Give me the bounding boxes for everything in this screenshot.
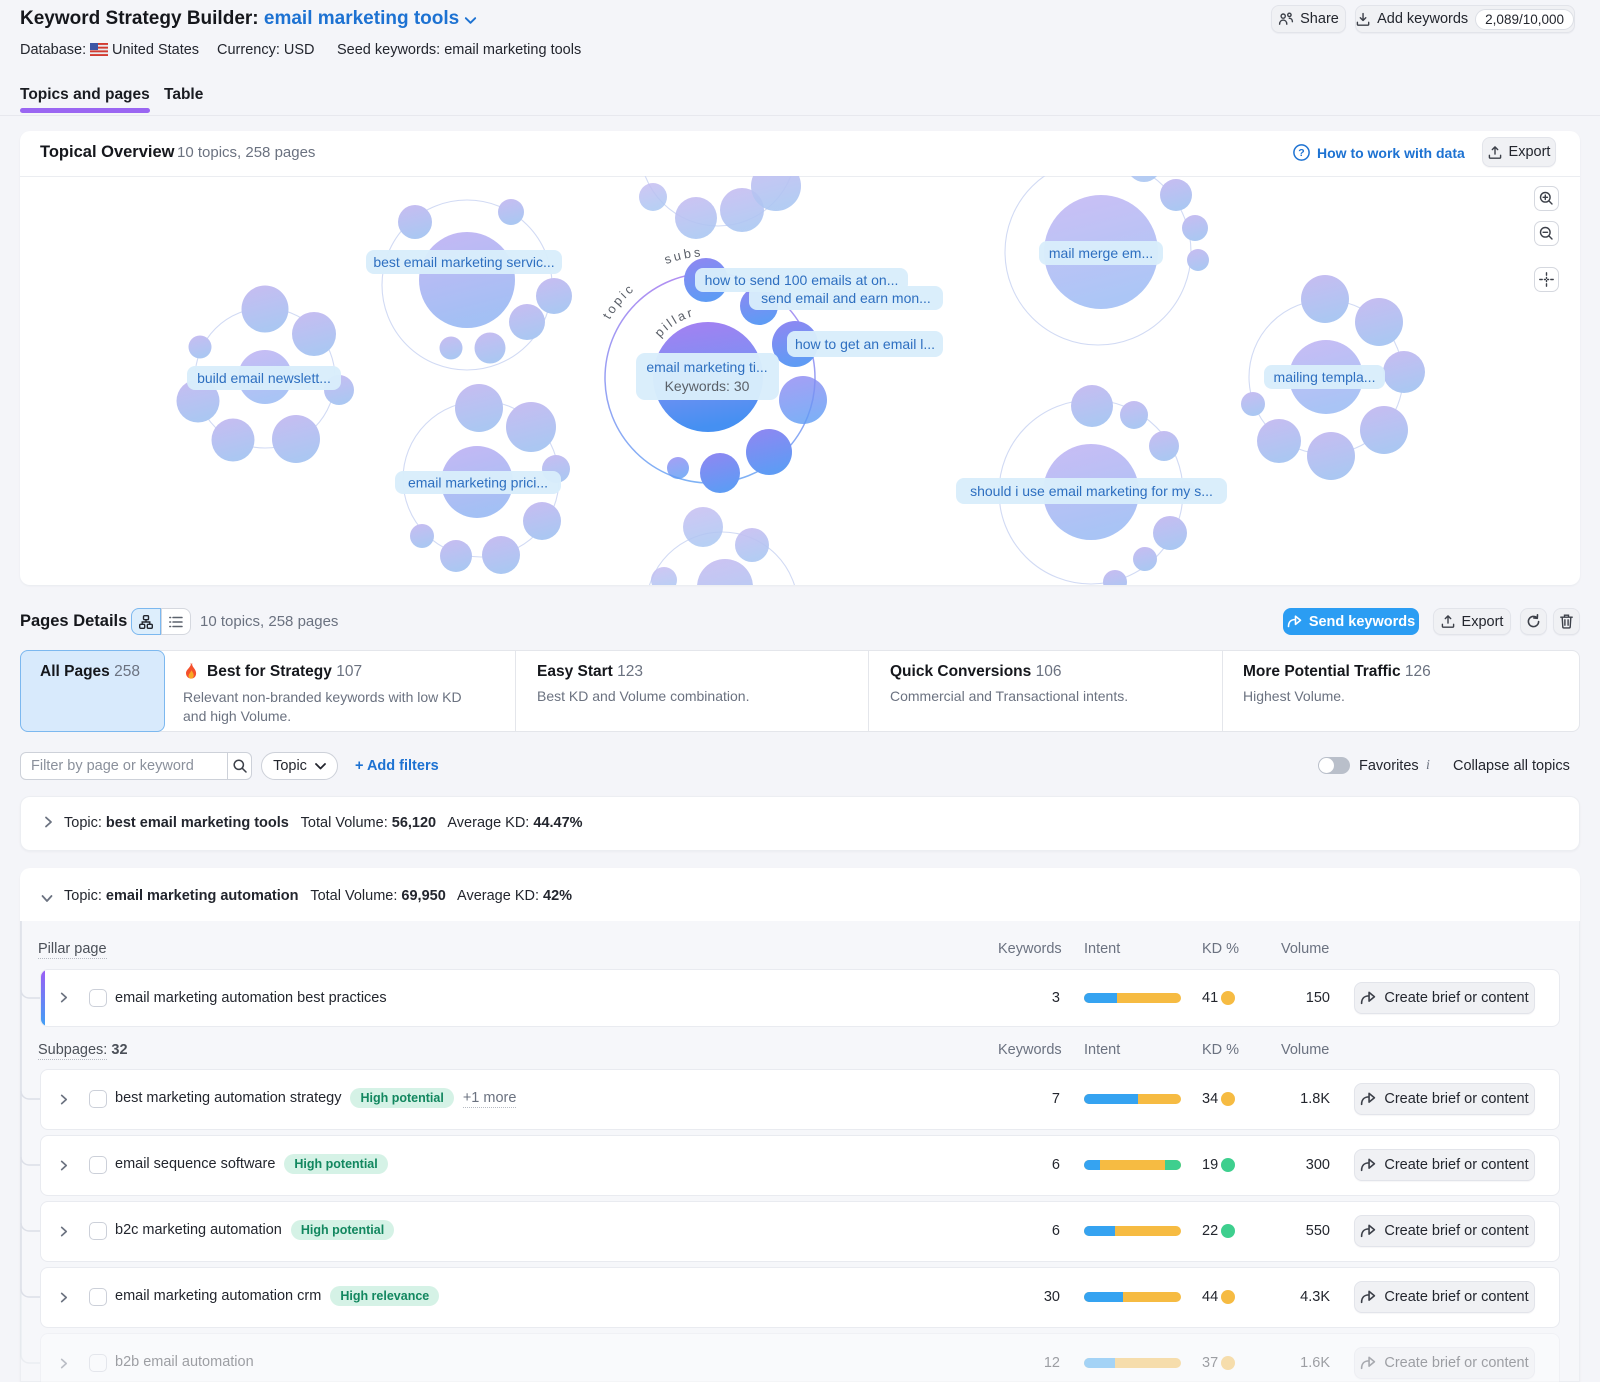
svg-text:should i use email marketing f: should i use email marketing for my s... bbox=[970, 483, 1213, 499]
svg-text:email marketing ti...: email marketing ti... bbox=[646, 359, 767, 375]
svg-text:email marketing prici...: email marketing prici... bbox=[408, 475, 548, 491]
svg-text:mailing templa...: mailing templa... bbox=[1274, 369, 1376, 385]
svg-text:Keywords: 30: Keywords: 30 bbox=[665, 378, 750, 394]
svg-text:?: ? bbox=[1298, 147, 1304, 159]
svg-text:how to send 100 emails at on..: how to send 100 emails at on... bbox=[705, 272, 899, 288]
svg-text:build email newslett...: build email newslett... bbox=[197, 370, 331, 386]
svg-text:how to get an email l...: how to get an email l... bbox=[795, 336, 935, 352]
svg-text:send email and earn mon...: send email and earn mon... bbox=[761, 290, 931, 306]
svg-text:topic: topic bbox=[599, 280, 638, 322]
svg-text:mail merge em...: mail merge em... bbox=[1049, 245, 1153, 261]
svg-text:best email marketing servic...: best email marketing servic... bbox=[373, 254, 554, 270]
